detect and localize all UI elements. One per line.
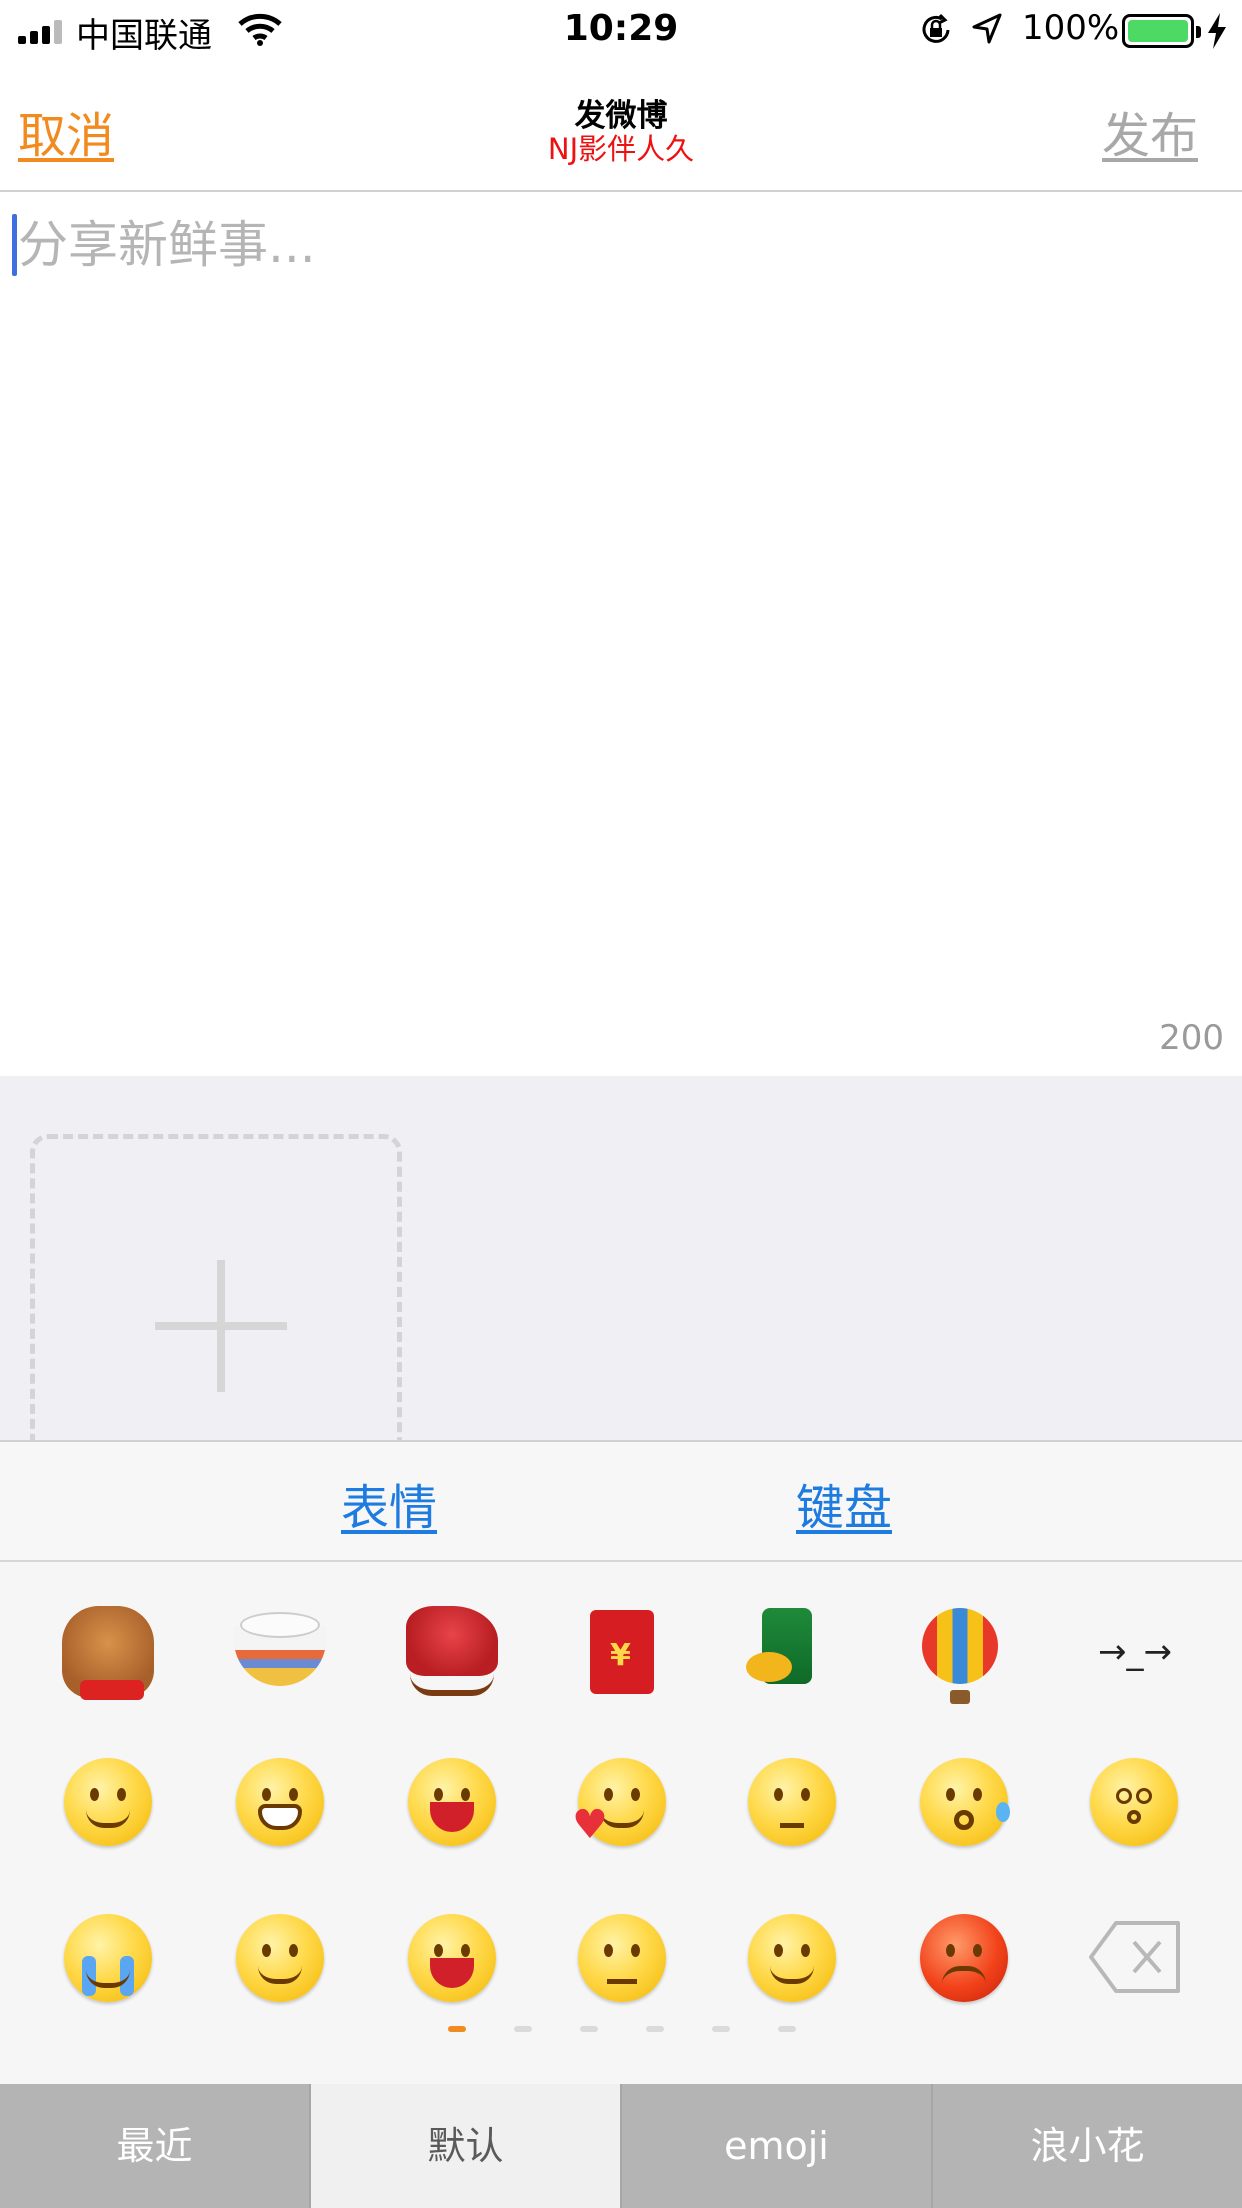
emoji-angry[interactable] [914, 1908, 1014, 2008]
angry-face-icon [920, 1914, 1008, 2002]
tab-langxiaohua[interactable]: 浪小花 [933, 2084, 1242, 2208]
tab-emoji[interactable]: emoji [622, 2084, 933, 2208]
emoji-smile[interactable] [58, 1752, 158, 1852]
navigation-bar: 取消 发微博 NJ影伴人久 发布 [0, 62, 1242, 192]
page-dot[interactable] [778, 2026, 796, 2032]
account-name: NJ影伴人久 [547, 132, 695, 166]
add-photo-button[interactable] [30, 1134, 402, 1440]
tab-recent[interactable]: 最近 [0, 2084, 311, 2208]
tab-default[interactable]: 默认 [311, 2084, 622, 2208]
beer-icon [746, 1608, 812, 1684]
emoji-laugh[interactable] [402, 1752, 502, 1852]
crying-face-icon [64, 1914, 152, 2002]
input-toolbar: 表情 键盘 [0, 1440, 1242, 1562]
emoji-toggle-button[interactable]: 表情 [341, 1468, 437, 1538]
emoji-tongue[interactable] [230, 1908, 330, 2008]
red-envelope-icon [590, 1610, 654, 1694]
keyboard-toggle-button[interactable]: 键盘 [796, 1468, 892, 1538]
emoji-crying[interactable] [58, 1908, 158, 2008]
balloon-icon [922, 1608, 998, 1704]
battery-icon [1122, 14, 1201, 48]
love-face-icon [572, 1758, 666, 1848]
status-bar: 中国联通 10:29 100% [0, 0, 1242, 62]
emoji-tangyuan-bowl[interactable] [230, 1602, 330, 1702]
tongue-face-icon [236, 1914, 324, 2002]
annoyed-face-icon [578, 1914, 666, 2002]
publish-button[interactable]: 发布 [1102, 96, 1198, 166]
delete-button[interactable] [1084, 1908, 1184, 2008]
emoji-horse[interactable] [58, 1602, 158, 1702]
grin-face-icon [236, 1758, 324, 1846]
charging-bolt-icon [1206, 12, 1228, 54]
emoji-hot-air-balloon[interactable] [914, 1602, 1014, 1704]
bowl-icon [234, 1612, 326, 1686]
emoji-grin[interactable] [230, 1752, 330, 1852]
emoji-annoyed[interactable] [572, 1908, 672, 2008]
emoji-red-envelope[interactable] [572, 1602, 672, 1702]
backspace-icon [1088, 1920, 1182, 1994]
photo-area [0, 1076, 1242, 1440]
rocking-horse-icon [406, 1606, 498, 1696]
surprised-face-icon [920, 1758, 1010, 1846]
emoji-beer-chicken[interactable] [740, 1602, 840, 1702]
emoji-category-tabs: 最近 默认 emoji 浪小花 [0, 2084, 1242, 2208]
location-icon [970, 12, 1004, 50]
emoji-surprised-sweat[interactable] [914, 1752, 1014, 1852]
page-indicator [0, 2026, 1242, 2036]
side-eye-text: →_→ [1098, 1632, 1172, 1672]
emoji-love-heart[interactable] [572, 1752, 672, 1852]
yawn-face-icon [408, 1914, 496, 2002]
char-counter: 200 [1159, 1018, 1224, 1058]
page-dot[interactable] [580, 2026, 598, 2032]
compose-input[interactable] [14, 210, 1214, 280]
page-dot[interactable] [448, 2026, 466, 2032]
smile-face-icon [64, 1758, 152, 1846]
emoji-shy-smile[interactable] [742, 1908, 842, 2008]
shy-smile-face-icon [748, 1914, 836, 2002]
emoji-text-side-eye[interactable]: →_→ [1080, 1602, 1180, 1702]
emoji-thinking[interactable] [742, 1752, 842, 1852]
laugh-face-icon [408, 1758, 496, 1846]
emoji-yawn[interactable] [402, 1908, 502, 2008]
page-dot[interactable] [514, 2026, 532, 2032]
emoji-rocking-horse[interactable] [402, 1602, 502, 1702]
page-dot[interactable] [712, 2026, 730, 2032]
thinking-face-icon [748, 1758, 836, 1846]
horse-icon [62, 1606, 154, 1700]
emoji-panel: →_→ [0, 1562, 1242, 2084]
rotation-lock-icon [918, 12, 954, 52]
page-dot[interactable] [646, 2026, 664, 2032]
compose-area: 200 [0, 192, 1242, 1076]
dizzy-face-icon [1090, 1758, 1178, 1846]
emoji-dizzy[interactable] [1084, 1752, 1184, 1852]
battery-percent: 100% [1022, 8, 1120, 48]
